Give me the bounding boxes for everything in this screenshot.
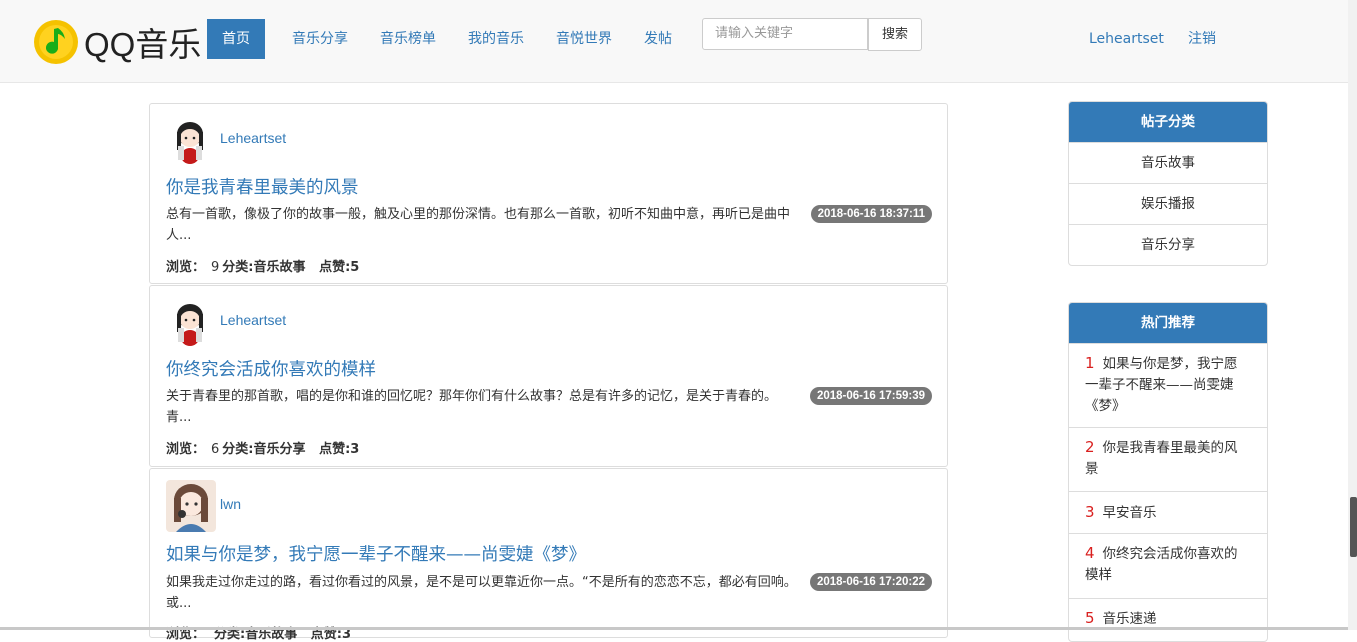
avatar[interactable] [166,480,216,532]
hot-item[interactable]: 1 如果与你是梦，我宁愿一辈子不醒来——尚雯婕《梦》 [1069,343,1267,427]
nav-my-music[interactable]: 我的音乐 [468,19,524,59]
hot-title: 音乐速递 [1102,611,1157,627]
post-title[interactable]: 你是我青春里最美的风景 [166,174,359,199]
post-excerpt: 关于青春里的那首歌，唱的是你和谁的回忆呢？那年你们有什么故事？总是有许多的记忆，… [166,389,778,425]
category-item[interactable]: 音乐分享 [1069,224,1267,265]
search-input[interactable]: 请输入关键字 [702,18,868,50]
nav-user[interactable]: Leheartset [1089,19,1164,59]
hot-item[interactable]: 4 你终究会活成你喜欢的模样 [1069,533,1267,598]
post-time-badge: 2018-06-16 17:59:39 [809,387,932,405]
hot-panel-title: 热门推荐 [1069,303,1267,343]
post-excerpt: 如果我走过你走过的路，看过你看过的风景，是不是可以更靠近你一点。“不是所有的恋恋… [166,575,797,611]
hot-rank: 1 [1085,354,1095,372]
views-count: 9 [211,260,220,275]
qq-music-logo-icon [34,20,78,64]
views-label: 浏览： [166,260,206,275]
logo-text: QQ音乐 [84,26,202,63]
nav-music-charts[interactable]: 音乐榜单 [380,19,436,59]
category-panel-title: 帖子分类 [1069,102,1267,142]
hot-panel: 热门推荐 1 如果与你是梦，我宁愿一辈子不醒来——尚雯婕《梦》 2 你是我青春里最美… [1068,302,1268,642]
post-title[interactable]: 你终究会活成你喜欢的模样 [166,356,376,381]
post-card: Leheartset 你是我青春里最美的风景 总有一首歌，像极了你的故事一般，触… [149,103,948,284]
post-time-badge: 2018-06-16 17:20:22 [809,573,932,591]
nav-music-world[interactable]: 音悦世界 [556,19,612,59]
post-likes: 点赞:5 [319,260,360,275]
hot-item[interactable]: 5 音乐速递 [1069,598,1267,640]
post-category: 分类:音乐故事 [222,260,306,275]
scrollbar-thumb[interactable] [1350,497,1357,557]
post-time-badge: 2018-06-16 18:37:11 [810,205,932,223]
avatar-icon [166,298,214,346]
post-author[interactable]: lwn [220,496,241,512]
hot-title: 你是我青春里最美的风景 [1085,440,1238,477]
qq-music-logo[interactable]: QQ音乐 [34,18,201,66]
avatar-icon [166,116,214,164]
nav-logout[interactable]: 注销 [1188,19,1216,59]
post-meta: 浏览： 9 分类:音乐故事 点赞:5 [166,256,359,275]
post-author[interactable]: Leheartset [220,130,286,146]
hot-item[interactable]: 3 早安音乐 [1069,491,1267,533]
category-item[interactable]: 娱乐播报 [1069,183,1267,224]
hot-item[interactable]: 2 你是我青春里最美的风景 [1069,427,1267,491]
post-card: Leheartset 你终究会活成你喜欢的模样 关于青春里的那首歌，唱的是你和谁… [149,285,948,467]
scrollbar[interactable] [1348,0,1357,630]
category-panel: 帖子分类 音乐故事 娱乐播报 音乐分享 [1068,101,1268,266]
hot-rank: 5 [1085,609,1095,627]
nav-new-post[interactable]: 发帖 [644,19,672,59]
post-meta: 浏览： 6 分类:音乐分享 点赞:3 [166,438,359,457]
category-item[interactable]: 音乐故事 [1069,142,1267,183]
avatar-icon [166,480,216,532]
search-button[interactable]: 搜索 [868,18,922,51]
post-title[interactable]: 如果与你是梦，我宁愿一辈子不醒来——尚雯婕《梦》 [166,541,586,566]
avatar[interactable] [166,116,214,164]
post-meta: 浏览： 分类:音乐故事 点赞:3 [166,623,351,642]
post-category: 分类:音乐分享 [222,442,306,457]
avatar[interactable] [166,298,214,346]
hot-title: 早安音乐 [1102,505,1157,521]
views-label: 浏览： [166,442,206,457]
hot-rank: 4 [1085,544,1095,562]
post-card: lwn 如果与你是梦，我宁愿一辈子不醒来——尚雯婕《梦》 如果我走过你走过的路，… [149,468,948,642]
top-navbar: QQ音乐 首页 音乐分享 音乐榜单 我的音乐 音悦世界 发帖 请输入关键字 搜索… [0,0,1348,83]
views-count: 6 [211,442,220,457]
hot-title: 如果与你是梦，我宁愿一辈子不醒来——尚雯婕《梦》 [1085,356,1238,414]
hot-title: 你终究会活成你喜欢的模样 [1085,546,1238,583]
hot-rank: 2 [1085,438,1095,456]
nav-home[interactable]: 首页 [207,19,265,59]
nav-music-share[interactable]: 音乐分享 [292,19,348,59]
post-author[interactable]: Leheartset [220,312,286,328]
post-excerpt: 总有一首歌，像极了你的故事一般，触及心里的那份深情。也有那么一首歌，初听不知曲中… [166,207,791,243]
hot-rank: 3 [1085,503,1095,521]
post-likes: 点赞:3 [319,442,360,457]
